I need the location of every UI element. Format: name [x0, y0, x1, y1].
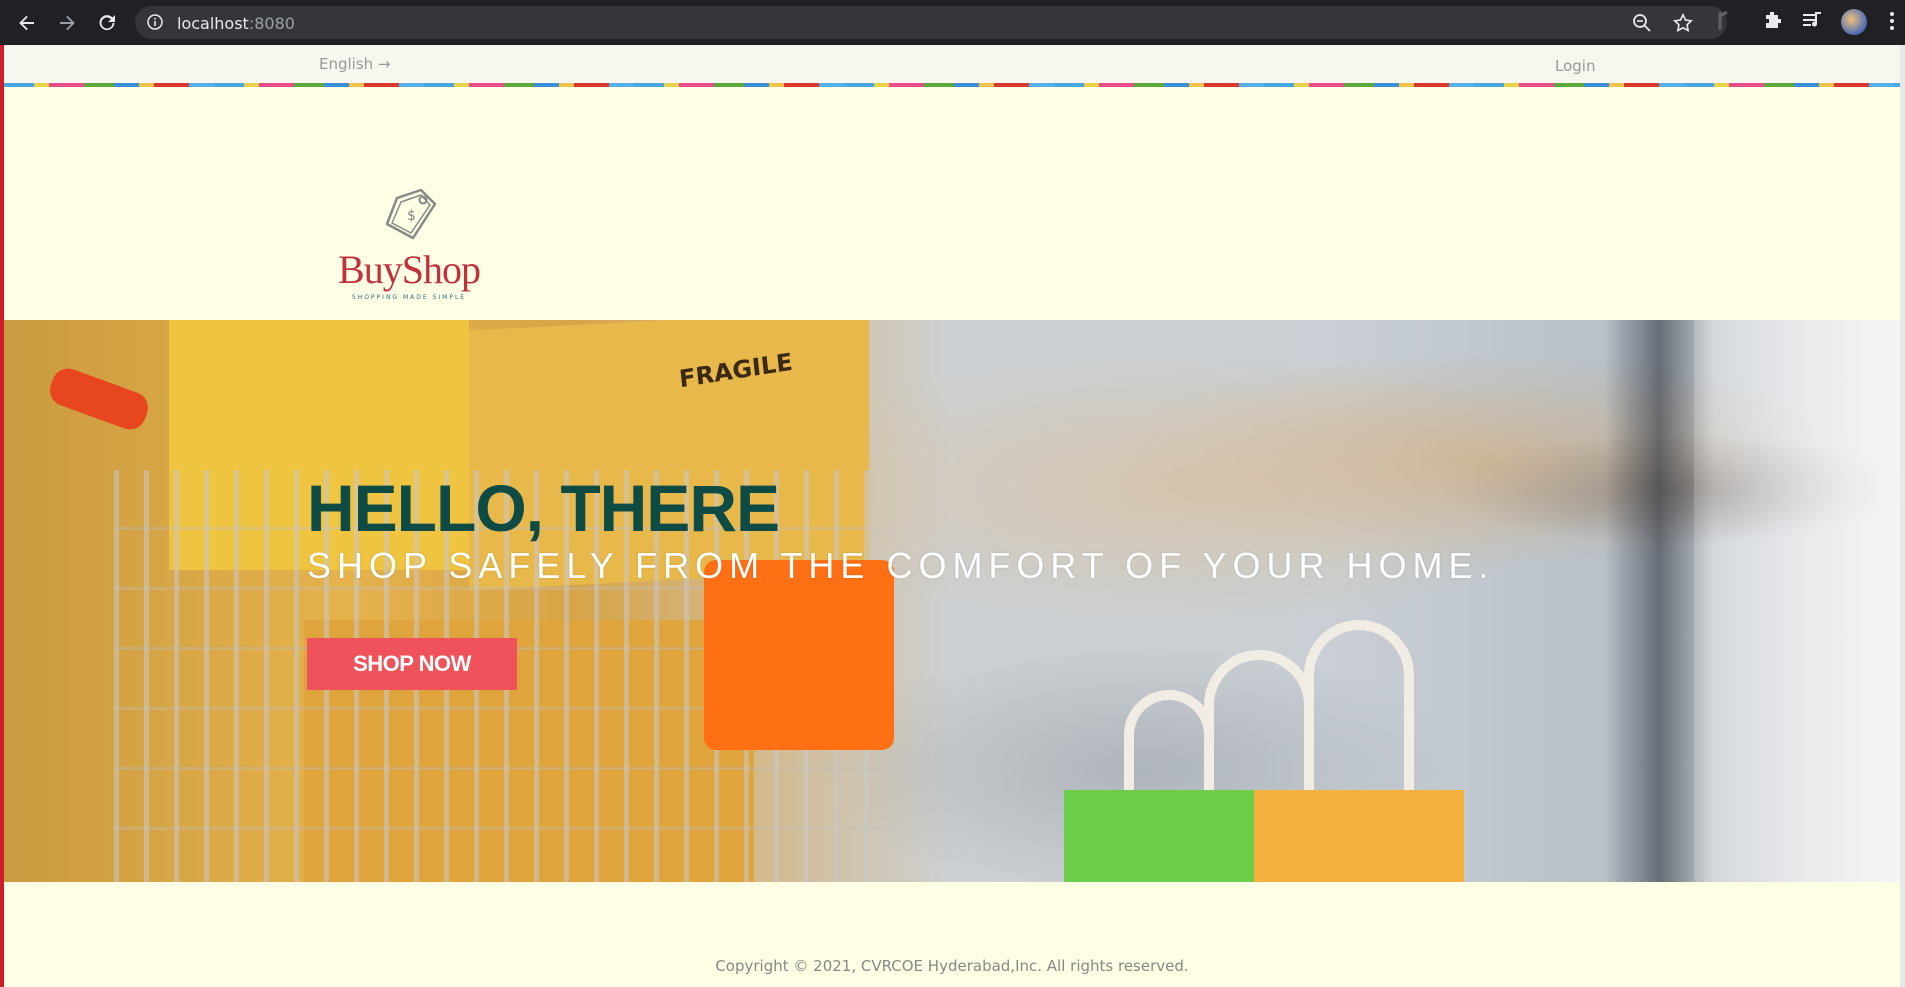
url-host: localhost: [177, 14, 249, 33]
scrollbar-track[interactable]: [1900, 45, 1905, 987]
language-selector[interactable]: English →: [319, 55, 391, 73]
url-text[interactable]: localhost:8080: [177, 14, 295, 33]
extension-icon[interactable]: [1716, 10, 1730, 32]
menu-icon[interactable]: [1889, 10, 1895, 32]
zoom-icon[interactable]: [1632, 13, 1652, 33]
footer-copyright: Copyright © 2021, CVRCOE Hyderabad,Inc. …: [715, 957, 1189, 975]
reload-icon: [99, 15, 115, 31]
brand-name: BuyShop: [338, 247, 481, 292]
bag-handle: [1204, 650, 1314, 810]
hero-title: HELLO, THERE: [307, 471, 780, 545]
page: English → Login $ BuyShop SHOPPING MADE …: [4, 45, 1900, 987]
fragile-label: FRAGILE: [677, 347, 794, 394]
browser-toolbar: localhost:8080: [0, 0, 1905, 45]
hero-subtitle: SHOP SAFELY FROM THE COMFORT OF YOUR HOM…: [307, 545, 1495, 586]
cart-orange-panel: [704, 560, 894, 750]
shop-now-button[interactable]: SHOP NOW: [307, 638, 517, 690]
forward-icon: [60, 15, 75, 31]
logo[interactable]: $ BuyShop SHOPPING MADE SIMPLE: [334, 184, 484, 301]
orange-shopping-bag: [1254, 790, 1464, 882]
info-icon[interactable]: [147, 14, 163, 30]
forward-button[interactable]: [53, 9, 81, 37]
hero-text: HELLO, THERE SHOP SAFELY FROM THE COMFOR…: [307, 475, 1494, 587]
back-button[interactable]: [13, 9, 41, 37]
price-tag-icon: $: [385, 188, 437, 240]
green-shopping-bag: [1064, 790, 1274, 882]
hero-highlight: [1694, 320, 1900, 882]
top-bar: English → Login: [4, 45, 1900, 83]
brand-tagline: SHOPPING MADE SIMPLE: [351, 294, 467, 301]
media-icon[interactable]: [1801, 10, 1823, 32]
back-icon: [19, 15, 34, 31]
star-icon[interactable]: [1673, 13, 1693, 33]
svg-text:$: $: [407, 208, 416, 224]
address-bar[interactable]: localhost:8080: [135, 6, 1727, 39]
hero-banner: FRAGILE HELLO, THERE SHOP SAFELY FROM TH…: [4, 320, 1900, 882]
reload-button[interactable]: [93, 9, 121, 37]
extensions-icon[interactable]: [1762, 10, 1784, 32]
login-link[interactable]: Login: [1555, 57, 1595, 75]
header: $ BuyShop SHOPPING MADE SIMPLE: [4, 87, 1900, 320]
url-port: :8080: [248, 14, 295, 33]
bag-handle: [1304, 620, 1414, 810]
profile-avatar[interactable]: [1841, 9, 1867, 35]
